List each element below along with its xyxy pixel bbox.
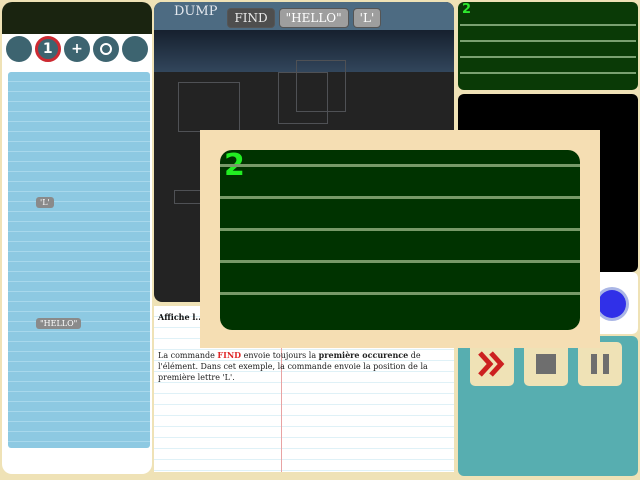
toolbar-button-blank-left[interactable] — [5, 36, 32, 62]
dump-label: DUMP — [174, 4, 218, 19]
display-rule — [460, 40, 636, 42]
toolbar-button-add[interactable]: + — [63, 36, 90, 62]
program-panel: 1 + 'L' "HELLO" — [2, 2, 152, 474]
display-rule — [220, 228, 580, 231]
mini-result-display: 2 — [458, 2, 638, 90]
explanation-text: La commande FIND envoie toujours la prem… — [158, 350, 428, 382]
indicator-light — [598, 290, 626, 318]
display-rule — [220, 164, 580, 167]
result-popup[interactable]: 2 — [200, 130, 600, 348]
pause-icon — [591, 354, 609, 374]
popup-result-display: 2 — [220, 150, 580, 330]
plus-icon: + — [71, 41, 83, 57]
toolbar-button-blank-right[interactable] — [122, 36, 149, 62]
toolbar-button-ring[interactable] — [93, 36, 120, 62]
stop-icon — [536, 354, 556, 374]
one-icon: 1 — [42, 41, 53, 57]
display-rule — [220, 196, 580, 199]
ring-icon — [100, 43, 113, 55]
dump-header: DUMP FIND "HELLO" 'L' — [154, 2, 454, 30]
program-header — [2, 2, 152, 34]
emphasis-text: première occurence — [318, 350, 409, 360]
keyword-find: FIND — [217, 350, 242, 360]
run-button[interactable] — [470, 342, 514, 386]
display-rule — [460, 72, 636, 74]
wireframe-box — [296, 60, 346, 112]
wireframe-box — [178, 82, 240, 132]
display-rule — [220, 260, 580, 263]
mini-result-value: 2 — [462, 2, 472, 17]
memory-token-hello[interactable]: "HELLO" — [36, 318, 82, 329]
run-icon — [478, 351, 505, 377]
memory-list[interactable]: 'L' "HELLO" — [8, 72, 150, 448]
pause-button[interactable] — [578, 342, 622, 386]
toolbar-button-one[interactable]: 1 — [34, 36, 61, 62]
find-command[interactable]: FIND — [227, 8, 275, 28]
stop-button[interactable] — [524, 342, 568, 386]
display-rule — [460, 56, 636, 58]
display-rule — [460, 24, 636, 26]
find-arg-letter[interactable]: 'L' — [352, 8, 382, 28]
display-rule — [220, 292, 580, 295]
memory-token-letter[interactable]: 'L' — [36, 197, 54, 208]
find-arg-string[interactable]: "HELLO" — [278, 8, 349, 28]
program-toolbar: 1 + — [2, 34, 152, 64]
